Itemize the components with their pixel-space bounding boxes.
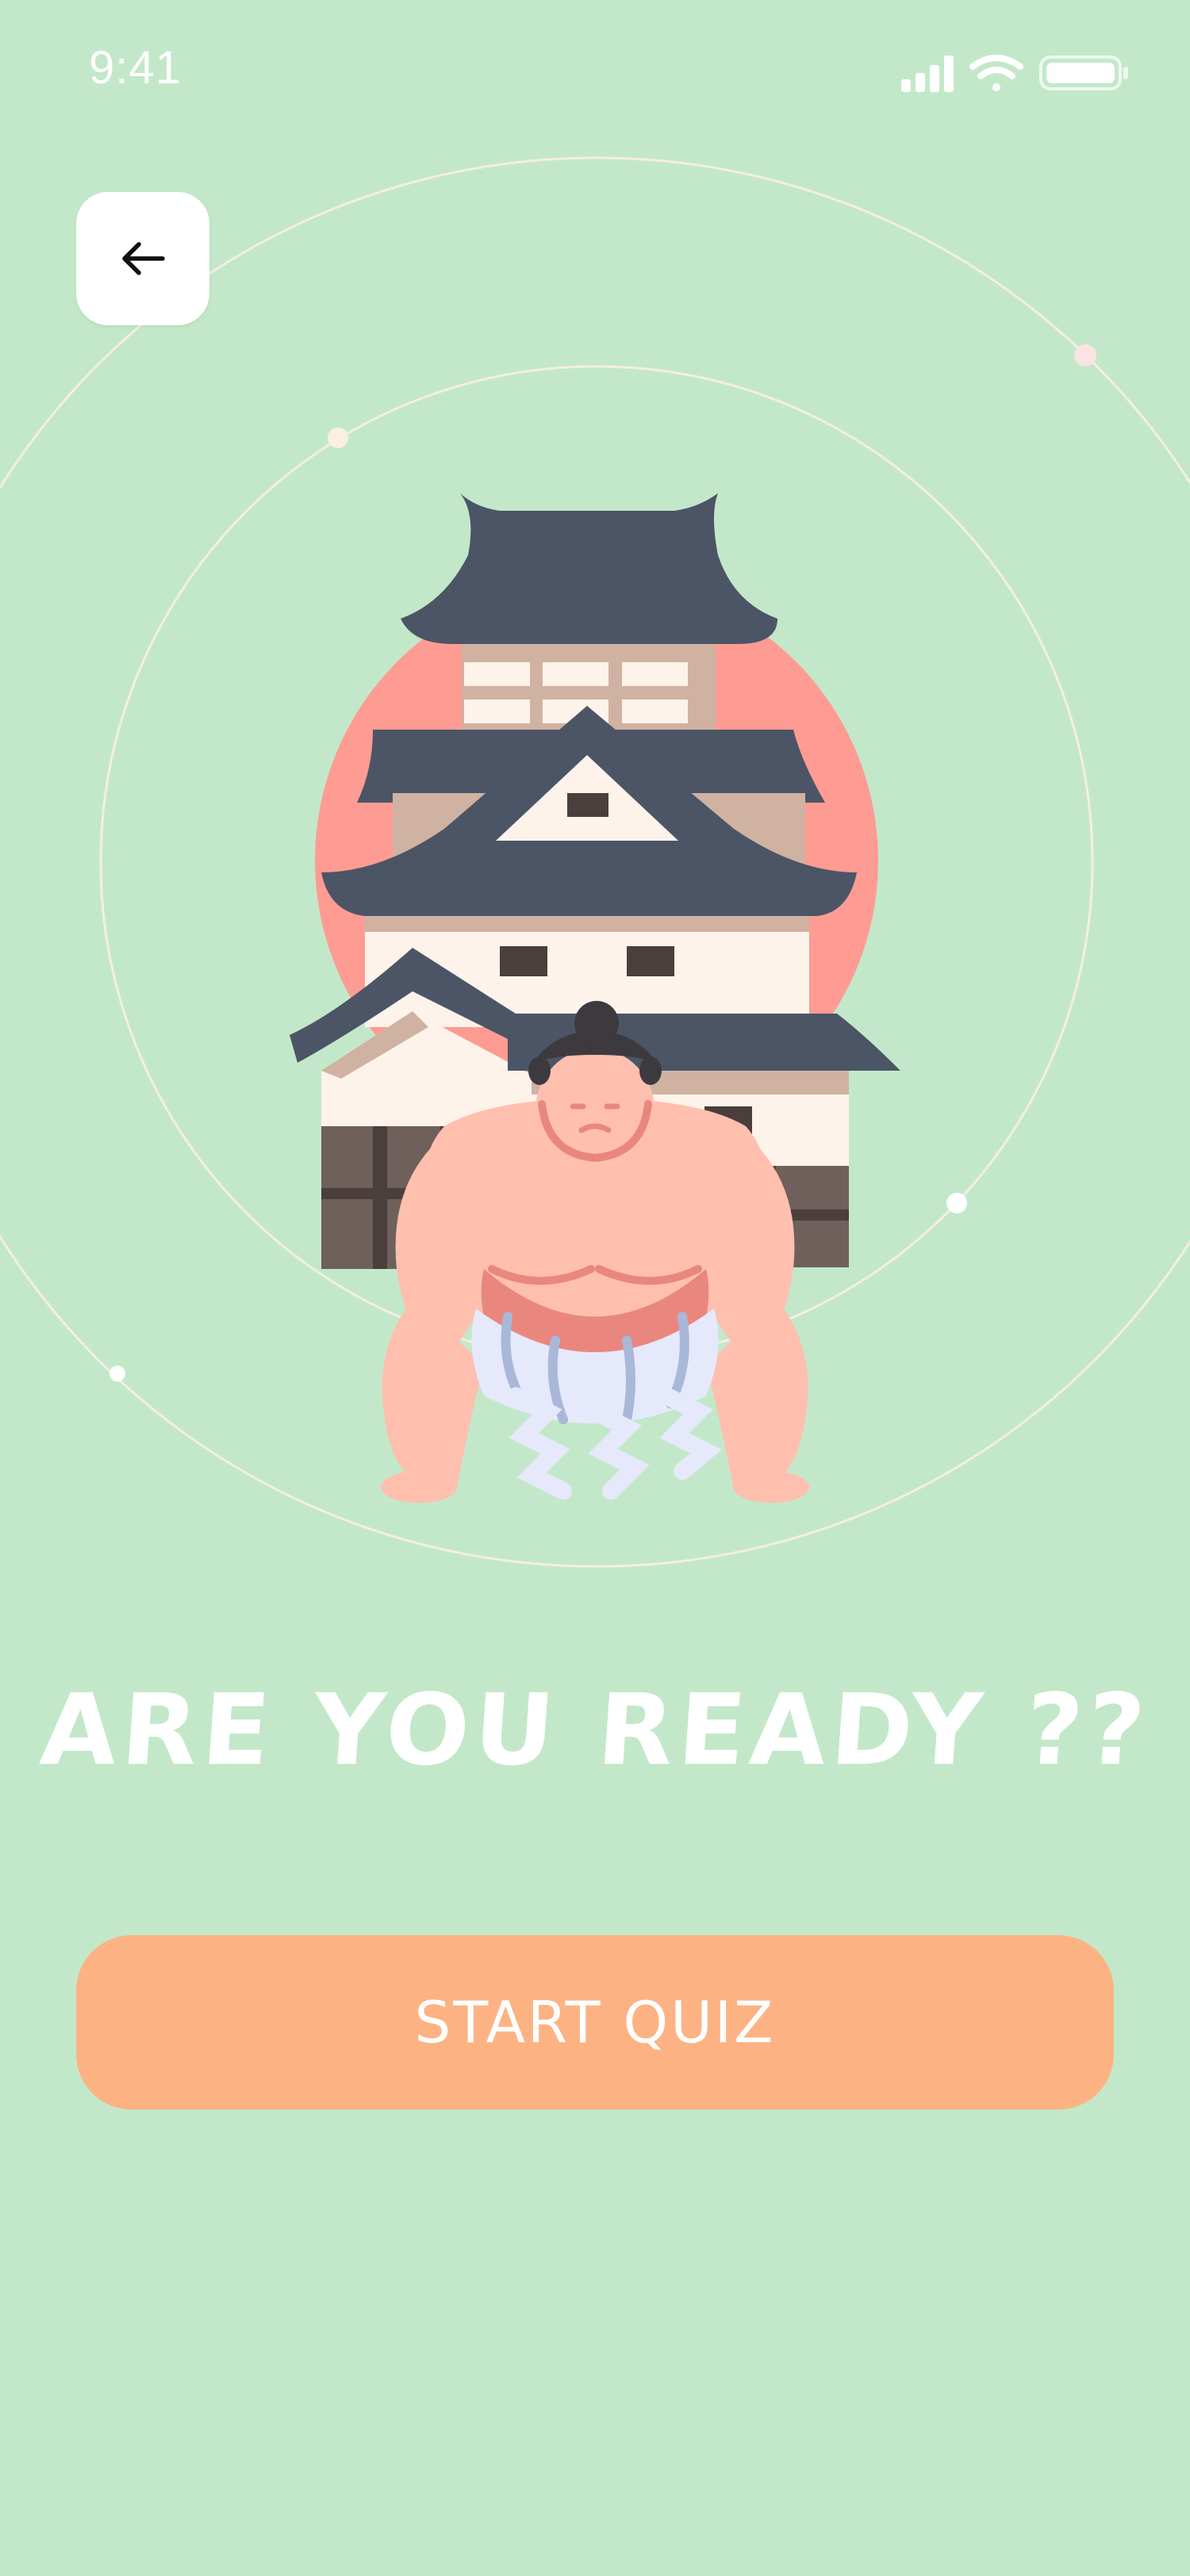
top-roof bbox=[401, 493, 777, 644]
castle-sumo-illustration bbox=[290, 493, 900, 1503]
back-button[interactable] bbox=[76, 192, 209, 325]
headline: ARE YOU READY ?? bbox=[36, 1673, 1154, 1788]
start-quiz-button[interactable]: START QUIZ bbox=[76, 1935, 1114, 2110]
arrow-left-icon bbox=[122, 242, 165, 275]
start-quiz-button-label: START QUIZ bbox=[414, 1989, 776, 2056]
